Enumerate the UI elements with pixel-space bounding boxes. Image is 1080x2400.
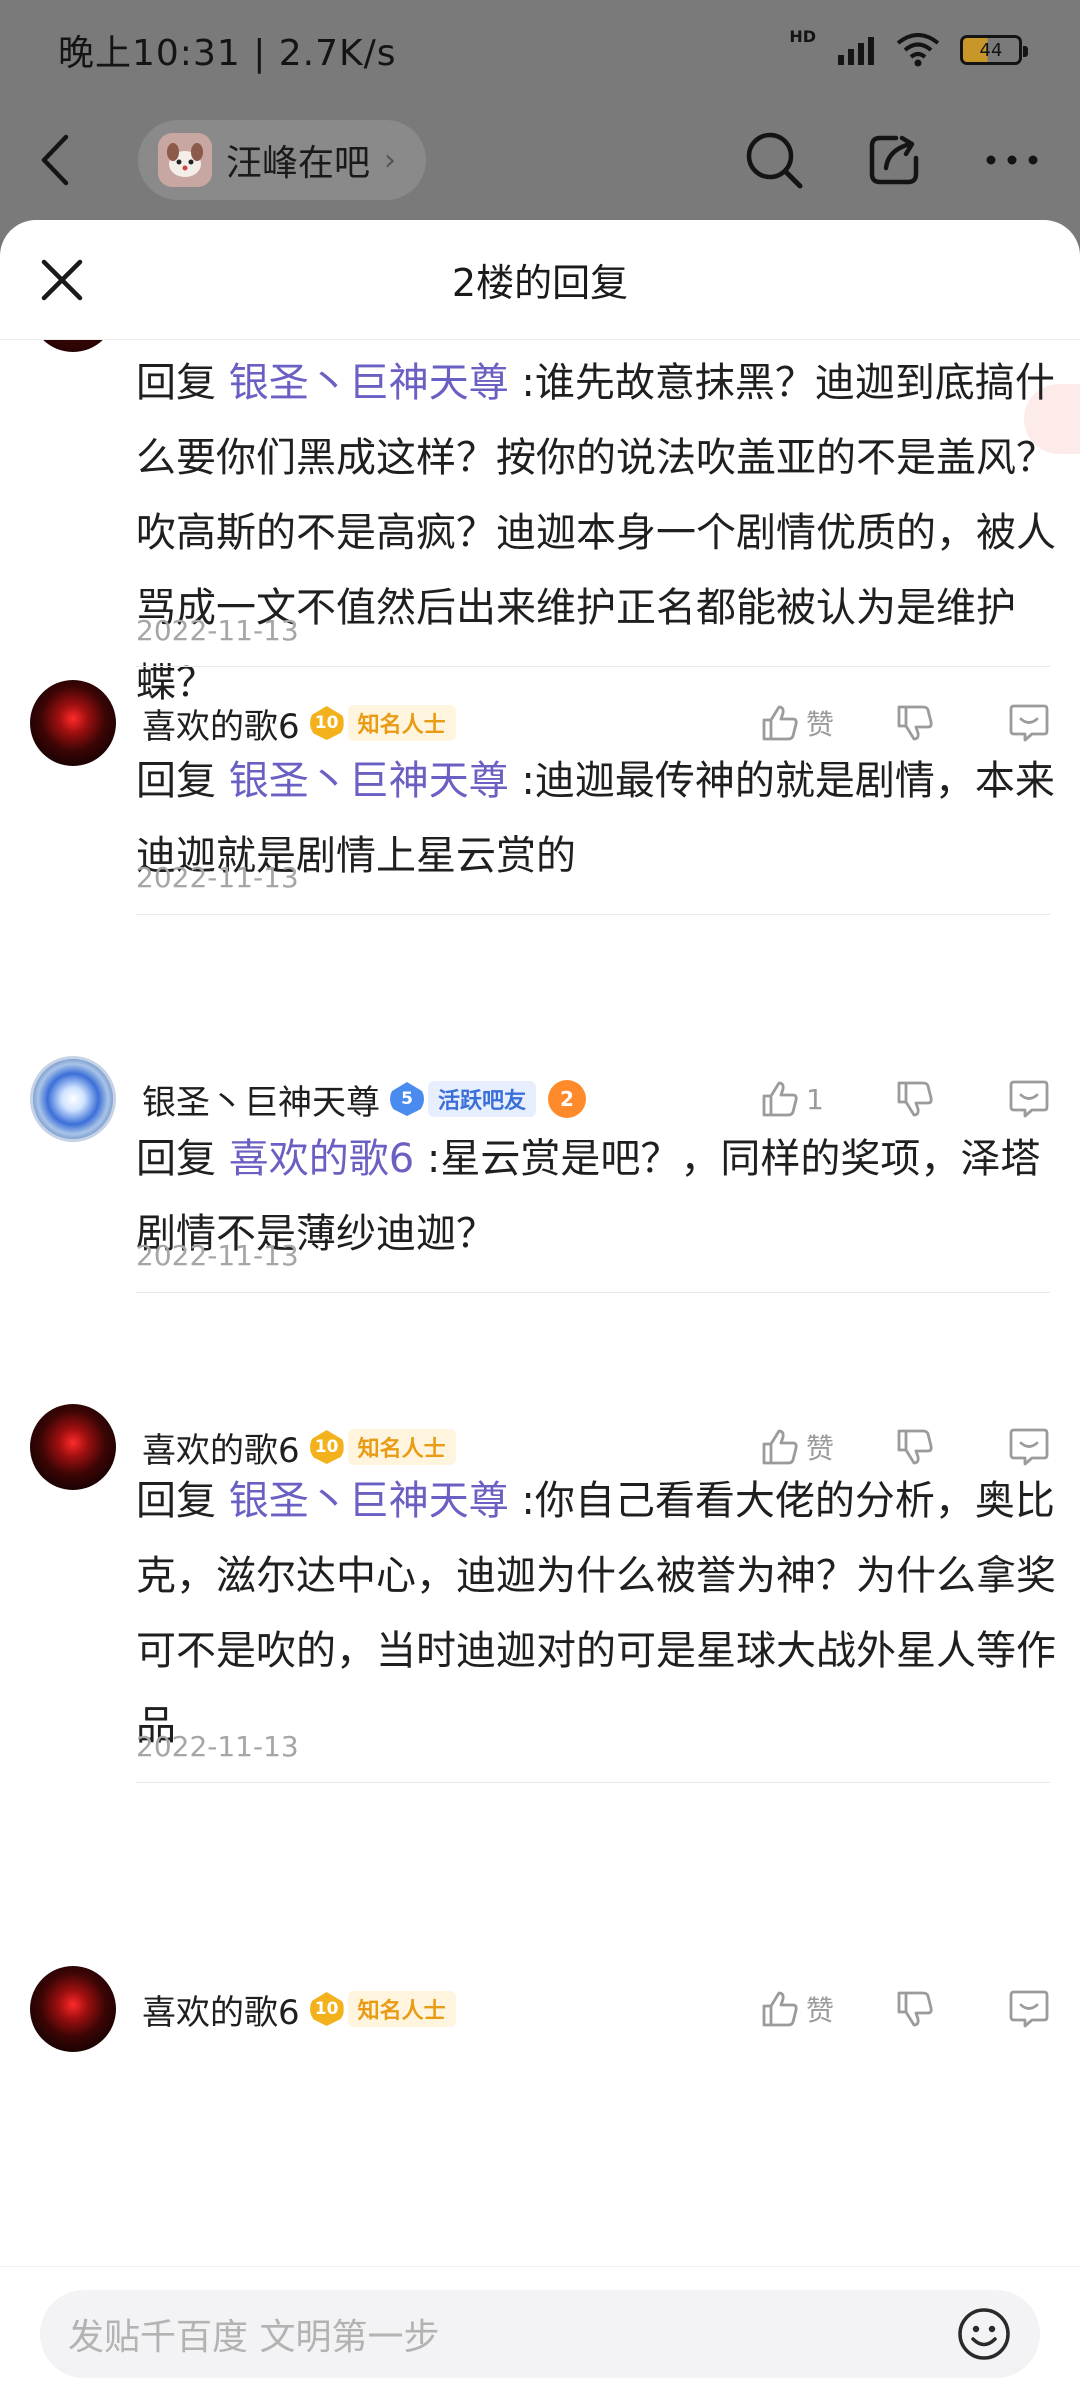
thumbs-up-icon: [762, 1429, 798, 1465]
reply-prefix: 回复: [136, 758, 229, 804]
like-label: 赞: [806, 708, 835, 741]
level-badge: 5: [390, 1082, 424, 1116]
mention-link[interactable]: 银圣丶巨神天尊: [229, 360, 509, 406]
reply-date: 2022-11-13: [136, 861, 299, 894]
mention-link[interactable]: 银圣丶巨神天尊: [229, 1478, 509, 1524]
username[interactable]: 喜欢的歌6: [142, 699, 300, 748]
like-button[interactable]: 赞: [760, 1989, 860, 2029]
reply-text: :谁先故意抹黑？迪迦到底搞什么要你们黑成这样？按你的说法吹盖亚的不是盖风？吹高斯…: [136, 360, 1056, 706]
avatar[interactable]: [30, 1056, 116, 1142]
avatar[interactable]: [30, 680, 116, 766]
level-badge: 10: [309, 706, 344, 740]
thumbs-down-icon: [897, 1081, 933, 1117]
mention-link[interactable]: 喜欢的歌6: [229, 1136, 414, 1182]
reply-prefix: 回复: [136, 1478, 229, 1524]
reply-input-bar: 发贴千百度 文明第一步: [0, 2266, 1080, 2400]
avatar[interactable]: [30, 340, 116, 352]
like-label: 赞: [806, 1432, 835, 1465]
comment-button[interactable]: [960, 1078, 1050, 1120]
forum-link[interactable]: 汪峰在吧 ›: [138, 120, 427, 200]
forum-name: 汪峰在吧: [226, 143, 371, 184]
reply-actions: 赞: [760, 1426, 1050, 1468]
status-bar: 晚上10:31 | 2.7K/s HD 44: [0, 0, 1080, 100]
comment-icon: [1009, 1990, 1049, 2028]
thumbs-down-icon: [897, 1429, 933, 1465]
user-tag: 知名人士: [347, 705, 456, 741]
divider: [136, 1782, 1050, 1783]
chevron-right-icon: ›: [384, 142, 397, 178]
avatar[interactable]: [30, 1966, 116, 2052]
battery-icon: 44: [960, 35, 1028, 65]
input-placeholder: 发贴千百度 文明第一步: [68, 2316, 440, 2358]
reply-header: 喜欢的歌6 10 知名人士 赞: [30, 1964, 1050, 2054]
reply-content[interactable]: 回复 银圣丶巨神天尊 :谁先故意抹黑？迪迦到底搞什么要你们黑成这样？按你的说法吹…: [136, 346, 1056, 721]
divider: [136, 666, 1050, 667]
user-tag: 活跃吧友: [428, 1081, 537, 1117]
reply-content[interactable]: 回复 银圣丶巨神天尊 :你自己看看大佬的分析，奥比克，滋尔达中心，迪迦为什么被誉…: [136, 1464, 1056, 1764]
close-icon[interactable]: [38, 256, 86, 304]
thumbs-up-icon: [762, 1991, 798, 2027]
puppy-icon: [167, 143, 203, 177]
status-time: 晚上10:31 | 2.7K/s: [58, 33, 397, 74]
wifi-icon: [896, 33, 940, 67]
reply-prefix: 回复: [136, 1136, 229, 1182]
like-label: 赞: [806, 1994, 835, 2027]
reply-list[interactable]: 回复 银圣丶巨神天尊 :谁先故意抹黑？迪迦到底搞什么要你们黑成这样？按你的说法吹…: [0, 340, 1080, 2240]
status-icons: HD 44: [789, 27, 1028, 67]
nav-actions: [744, 130, 1040, 190]
reply-actions: 1: [760, 1078, 1050, 1120]
thumbs-up-icon: [762, 705, 798, 741]
comment-button[interactable]: [960, 702, 1050, 744]
signal-icon: [838, 37, 874, 65]
forum-avatar: [158, 133, 212, 187]
like-count: 1: [806, 1082, 824, 1116]
share-icon[interactable]: [866, 132, 922, 188]
more-icon[interactable]: [984, 153, 1040, 167]
username[interactable]: 喜欢的歌6: [142, 1985, 300, 2034]
reply-actions: 赞: [760, 702, 1050, 744]
sheet-header: 2楼的回复: [0, 220, 1080, 340]
reply-date: 2022-11-13: [136, 1730, 299, 1763]
divider: [136, 914, 1050, 915]
comment-button[interactable]: [960, 1426, 1050, 1468]
dislike-button[interactable]: [870, 1427, 960, 1467]
comment-icon: [1009, 704, 1049, 742]
emoji-icon[interactable]: [956, 2306, 1012, 2362]
background-app-layer: 晚上10:31 | 2.7K/s HD 44 汪峰在吧 ›: [0, 0, 1080, 240]
dislike-button[interactable]: [870, 1079, 960, 1119]
reply-input[interactable]: 发贴千百度 文明第一步: [40, 2289, 1040, 2378]
user-tag: 知名人士: [347, 1429, 456, 1465]
reply-actions: 赞: [760, 1988, 1050, 2030]
user-tag: 知名人士: [347, 1991, 456, 2027]
search-icon[interactable]: [744, 130, 804, 190]
dislike-button[interactable]: [870, 1989, 960, 2029]
comment-icon: [1009, 1080, 1049, 1118]
avatar[interactable]: [30, 1404, 116, 1490]
username[interactable]: 银圣丶巨神天尊: [142, 1075, 380, 1124]
back-button[interactable]: [40, 130, 88, 190]
like-button[interactable]: 赞: [760, 703, 860, 743]
sheet-title: 2楼的回复: [451, 261, 629, 305]
reply-date: 2022-11-13: [136, 614, 299, 647]
level-badge: 10: [309, 1430, 344, 1464]
top-nav-bar: 汪峰在吧 ›: [0, 100, 1080, 220]
reply-date: 2022-11-13: [136, 1239, 299, 1272]
mention-link[interactable]: 银圣丶巨神天尊: [229, 758, 509, 804]
thumbs-down-icon: [897, 705, 933, 741]
dislike-button[interactable]: [870, 703, 960, 743]
thumbs-down-icon: [897, 1991, 933, 2027]
thumbs-up-icon: [762, 1081, 798, 1117]
reply-sheet: 2楼的回复 回复 银圣丶巨神天尊 :谁先故意抹黑？迪迦到底搞什么要你们黑成这样？…: [0, 220, 1080, 2400]
fire-badge-icon: 2: [548, 1080, 587, 1118]
like-button[interactable]: 1: [760, 1079, 860, 1119]
like-button[interactable]: 赞: [760, 1427, 860, 1467]
chevron-left-icon: [41, 134, 69, 186]
reply-prefix: 回复: [136, 360, 229, 406]
comment-button[interactable]: [960, 1988, 1050, 2030]
divider: [136, 1292, 1050, 1293]
battery-level: 44: [979, 39, 1003, 61]
level-badge: 10: [309, 1992, 344, 2026]
hd-indicator: HD: [789, 26, 816, 46]
comment-icon: [1009, 1428, 1049, 1466]
